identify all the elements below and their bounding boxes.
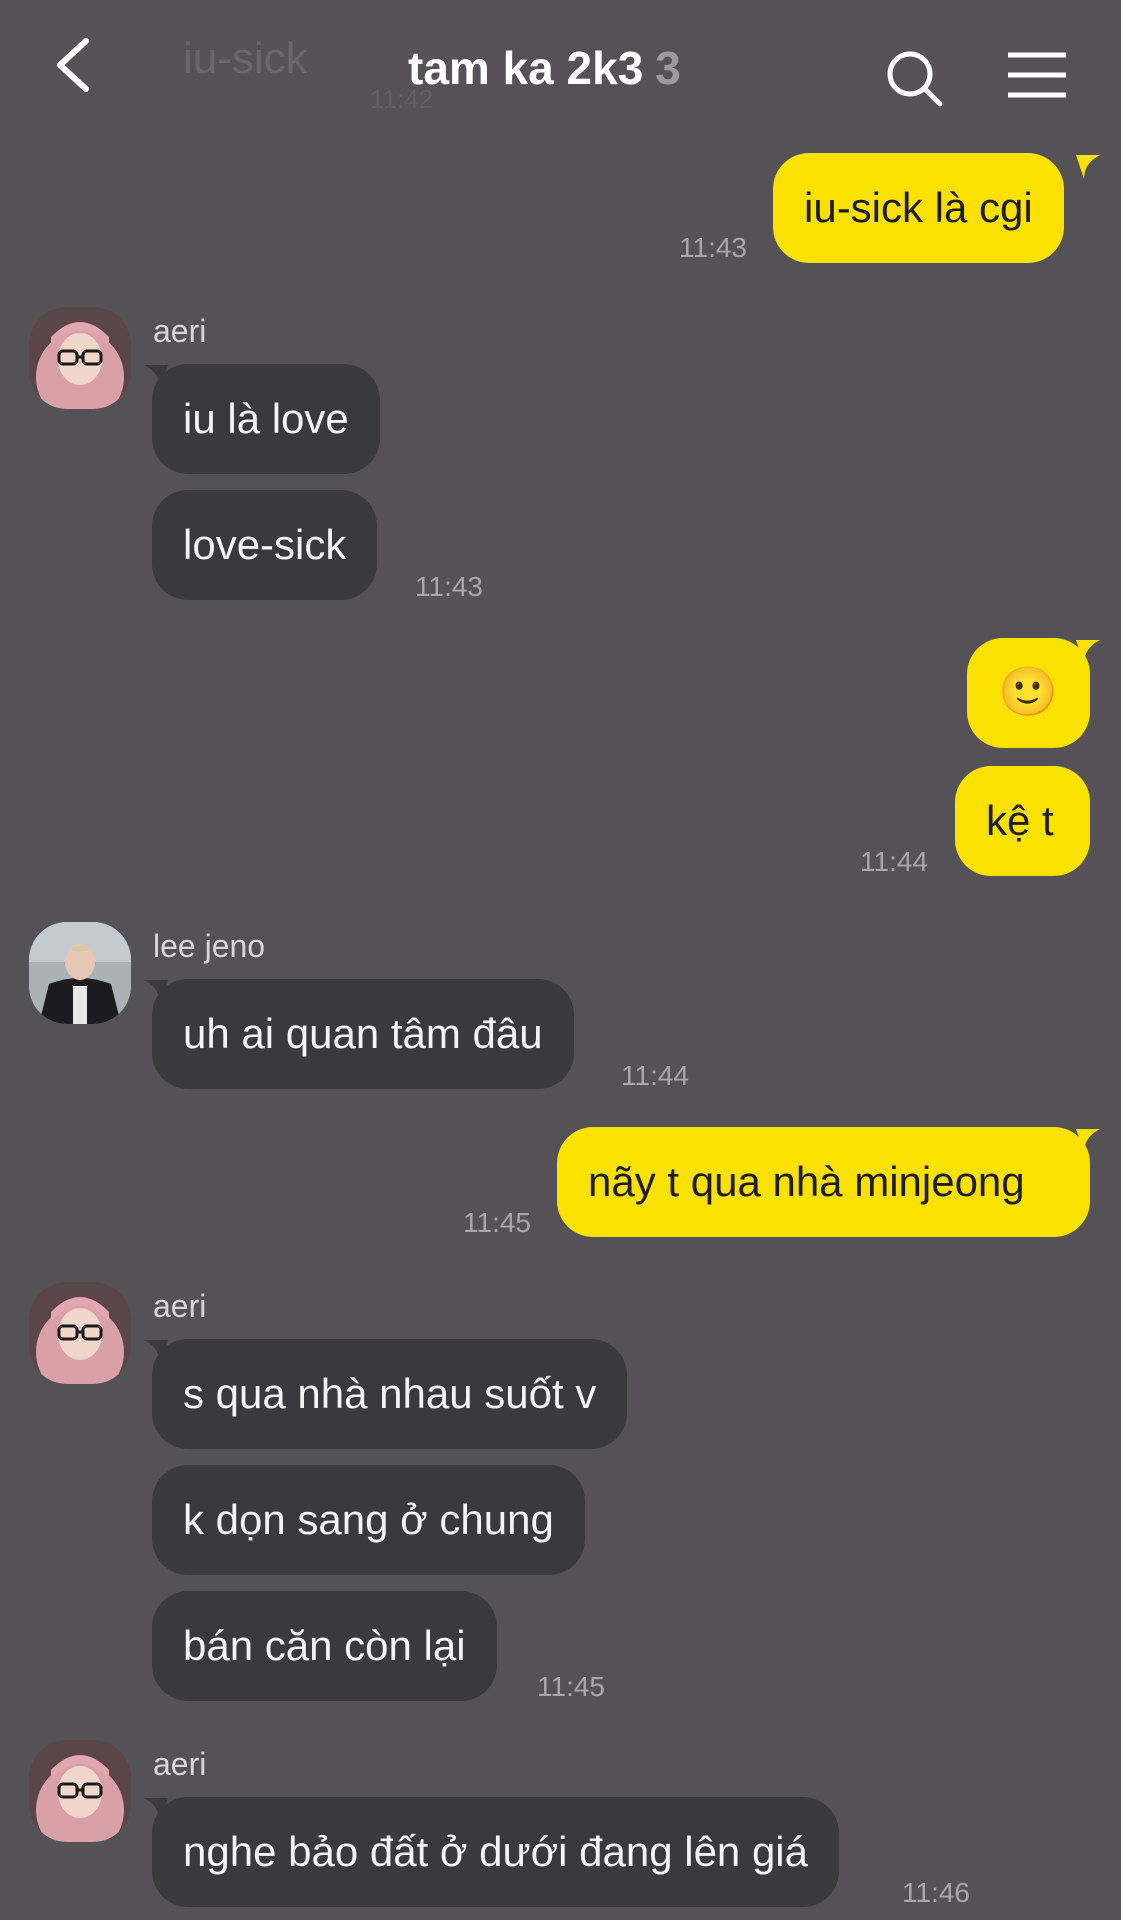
avatar[interactable] xyxy=(29,1282,131,1384)
bubble-tail xyxy=(144,365,168,389)
their-message-bubble[interactable]: uh ai quan tâm đâu xyxy=(152,979,574,1089)
ghost-message-text: iu-sick xyxy=(183,34,308,83)
message-time: 11:43 xyxy=(415,571,483,602)
sender-name: aeri xyxy=(153,1288,207,1324)
bubble-tail xyxy=(144,1798,168,1822)
their-message-bubble[interactable]: k dọn sang ở chung xyxy=(152,1465,585,1575)
avatar[interactable] xyxy=(29,922,131,1024)
their-message-bubble[interactable]: love-sick xyxy=(152,490,378,600)
avatar[interactable] xyxy=(29,307,131,409)
sender-name: aeri xyxy=(153,313,207,349)
my-message-bubble[interactable]: kệ t xyxy=(955,766,1090,876)
back-arrow-icon[interactable] xyxy=(50,35,98,95)
menu-icon[interactable] xyxy=(1006,50,1068,100)
bubble-tail xyxy=(144,980,168,1004)
my-message-bubble[interactable]: iu-sick là cgi xyxy=(773,153,1064,263)
my-message-bubble[interactable]: nãy t qua nhà minjeong xyxy=(557,1127,1090,1237)
my-message-bubble[interactable]: 🙂 xyxy=(967,638,1090,748)
member-count: 3 xyxy=(655,42,681,94)
message-time: 11:45 xyxy=(537,1671,605,1702)
avatar[interactable] xyxy=(29,1740,131,1842)
their-message-bubble[interactable]: bán căn còn lại xyxy=(152,1591,497,1701)
chat-title-text: tam ka 2k3 xyxy=(408,42,644,94)
their-message-bubble[interactable]: s qua nhà nhau suốt v xyxy=(152,1339,628,1449)
bubble-tail xyxy=(1076,155,1100,179)
message-time: 11:44 xyxy=(621,1060,689,1091)
sender-name: aeri xyxy=(153,1746,207,1782)
search-icon[interactable] xyxy=(884,48,944,108)
bubble-tail xyxy=(1076,640,1100,664)
message-time: 11:43 xyxy=(679,232,747,263)
their-message-bubble[interactable]: iu là love xyxy=(152,364,380,474)
message-time: 11:46 xyxy=(902,1877,970,1908)
message-time: 11:44 xyxy=(860,846,928,877)
message-time: 11:45 xyxy=(463,1207,531,1238)
sender-name: lee jeno xyxy=(153,928,266,964)
bubble-tail xyxy=(1076,1129,1100,1153)
their-message-bubble[interactable]: nghe bảo đất ở dưới đang lên giá xyxy=(152,1797,839,1907)
chat-title: tam ka 2k3 3 xyxy=(408,41,681,95)
bubble-tail xyxy=(144,1340,168,1364)
